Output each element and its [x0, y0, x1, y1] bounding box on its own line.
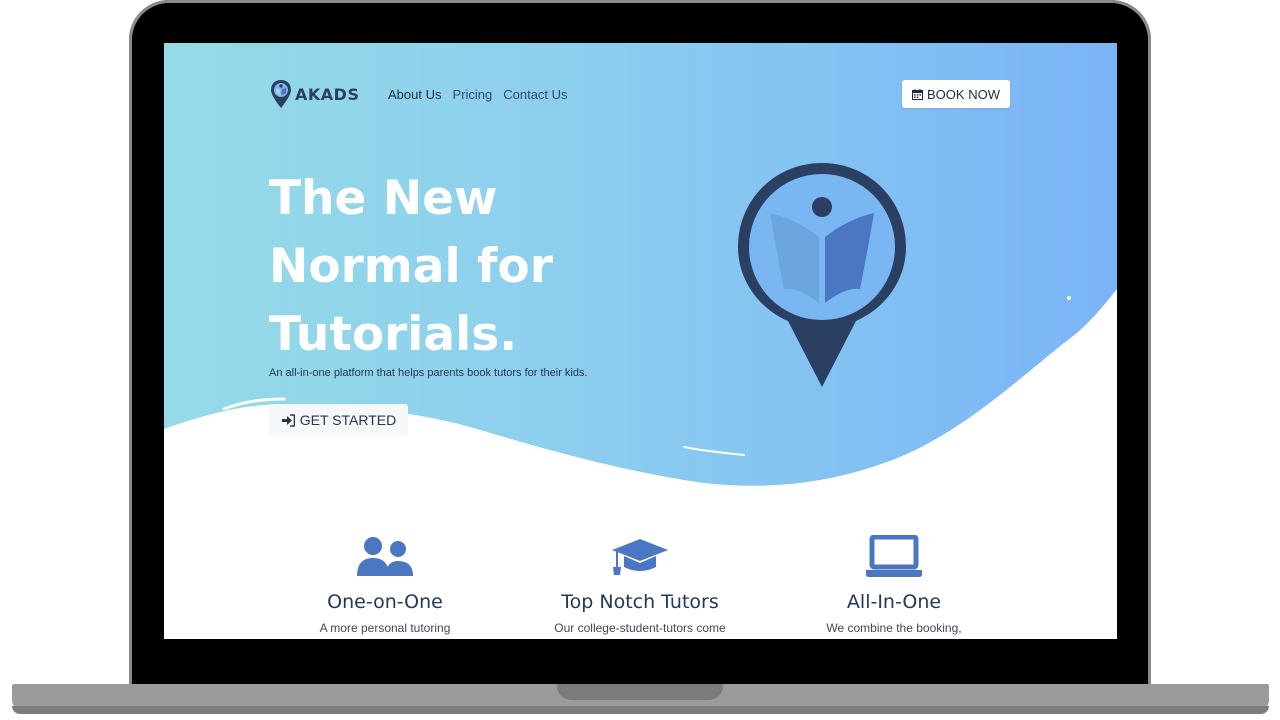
laptop-icon: [866, 535, 922, 577]
laptop-notch: [557, 684, 723, 700]
brand-logo[interactable]: AKADS: [270, 79, 359, 109]
graduation-cap-icon: [612, 539, 668, 575]
website-screen: AKADS About Us Pricing Contact Us BOOK N…: [164, 43, 1117, 639]
headline-line: Tutorials.: [269, 307, 518, 362]
nav-link-contact-us[interactable]: Contact Us: [503, 87, 567, 102]
feature-title: One-on-One: [327, 591, 443, 613]
hero-headline: The New Normal for Tutorials.: [269, 165, 599, 369]
users-icon: [357, 537, 413, 576]
sign-in-icon: [281, 413, 295, 427]
feature-title: All-In-One: [846, 591, 942, 613]
feature-top-notch-tutors: Top Notch Tutors Our college-student-tut…: [530, 533, 750, 635]
top-nav: AKADS About Us Pricing Contact Us BOOK N…: [270, 79, 1011, 109]
headline-line: The New: [269, 171, 498, 226]
feature-description: A more personal tutoring: [319, 621, 451, 635]
nav-link-about-us[interactable]: About Us: [388, 87, 441, 102]
nav-links: About Us Pricing Contact Us: [388, 87, 568, 102]
location-pin-book-icon: [271, 80, 291, 108]
feature-description: We combine the booking,: [826, 621, 962, 635]
feature-one-on-one: One-on-One A more personal tutoring: [275, 533, 495, 635]
book-now-button[interactable]: BOOK NOW: [902, 80, 1010, 108]
brand-name: AKADS: [295, 84, 360, 104]
laptop-base-edge: [12, 706, 1269, 714]
nav-link-pricing[interactable]: Pricing: [452, 87, 492, 102]
feature-description: Our college-student-tutors come: [554, 621, 726, 635]
location-pin-book-icon: [738, 163, 906, 387]
feature-title: Top Notch Tutors: [561, 591, 719, 613]
get-started-label: GET STARTED: [299, 412, 397, 428]
get-started-button[interactable]: GET STARTED: [269, 404, 408, 436]
calendar-icon: [912, 88, 924, 100]
headline-line: Normal for: [269, 239, 553, 294]
feature-all-in-one: All-In-One We combine the booking,: [784, 533, 1004, 635]
hero-tagline: An all-in-one platform that helps parent…: [269, 367, 588, 379]
book-now-label: BOOK NOW: [927, 86, 1000, 102]
